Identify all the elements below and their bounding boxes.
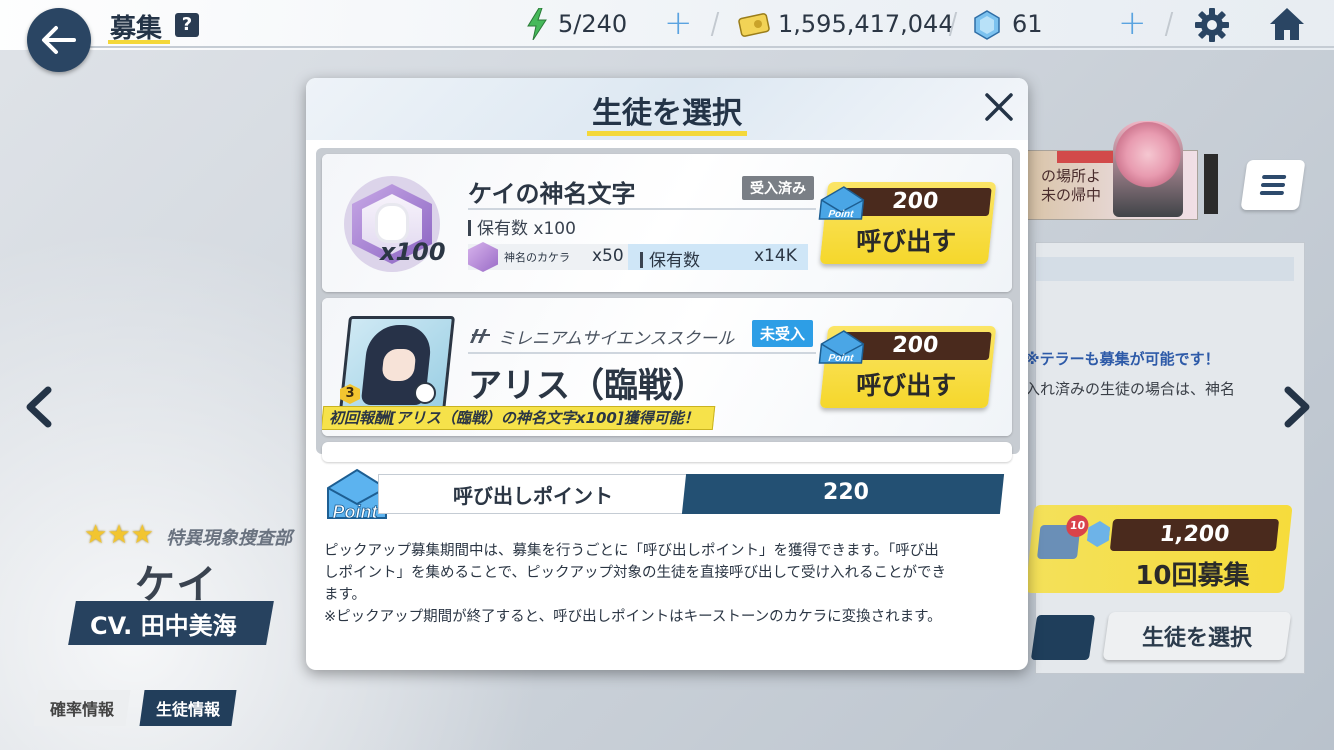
call-button[interactable]: 200 Point 呼び出す [818, 326, 997, 408]
ten-pull-button[interactable]: 10 1,200 10回募集 [1025, 505, 1293, 593]
add-ap-button[interactable]: + [664, 6, 693, 40]
status-badge: 受入済み [742, 176, 814, 200]
material-qty: x50 [592, 246, 624, 266]
pyroxene-value: 61 [1012, 10, 1043, 38]
call-points-bar: 呼び出しポイント 220 [378, 474, 1006, 514]
call-points-value: 220 [823, 480, 869, 505]
point-envelope-icon: Point [818, 330, 865, 364]
recruit-info-panel [1035, 242, 1305, 674]
svg-text:Point: Point [333, 502, 379, 522]
menu-button[interactable] [1240, 160, 1306, 210]
home-icon[interactable] [1268, 6, 1306, 42]
select-student-button[interactable]: 生徒を選択 [1102, 612, 1292, 660]
banner-character-image [1113, 121, 1183, 217]
credits-value: 1,595,417,044 [778, 10, 954, 38]
call-label: 呼び出す [856, 227, 957, 256]
material-owned-value: x14K [754, 246, 797, 266]
banner-next-peek [1204, 154, 1218, 214]
help-icon[interactable]: ? [175, 13, 199, 37]
banner-tag [1057, 151, 1117, 163]
list-item: x100 ケイの神名文字 受入済み 保有数 x100 神名のカケラ x50 保有… [322, 154, 1012, 292]
student-name: アリス（臨戦） [468, 366, 706, 406]
close-icon[interactable] [982, 90, 1016, 124]
material-name: 神名のカケラ [504, 251, 570, 264]
item-name: ケイの神名文字 [468, 180, 636, 208]
svg-text:Point: Point [828, 209, 855, 220]
student-list[interactable]: x100 ケイの神名文字 受入済み 保有数 x100 神名のカケラ x50 保有… [316, 148, 1020, 462]
prev-arrow-icon[interactable] [20, 382, 60, 432]
pickup-banner[interactable]: の場所よ 未の帰中 [1026, 121, 1198, 220]
notice-text: 入れ済みの生徒の場合は、神名 [1025, 380, 1236, 398]
list-item: 3 ミレニアムサイエンススクール 未受入 アリス（臨戦） 初回報酬[アリス（臨戦… [322, 298, 1012, 436]
teller-notice: ※テラーも募集が可能です！ [1025, 350, 1220, 368]
character-cv: CV. 田中美海 [90, 612, 237, 640]
select-student-dialog: 生徒を選択 x100 ケイの神名文字 受入済み 保有数 x100 神名のカケラ … [306, 78, 1028, 670]
back-button[interactable] [27, 8, 91, 72]
first-reward-banner: 初回報酬[アリス（臨戦）の神名文字x100]獲得可能！ [322, 406, 715, 430]
description-text: ピックアップ募集期間中は、募集を行うごとに「呼び出しポイント」を獲得できます。「… [324, 543, 947, 625]
school-name: ミレニアムサイエンススクール [498, 329, 735, 349]
call-points-label: 呼び出しポイント [453, 484, 613, 508]
ten-pull-price: 1,200 [1109, 519, 1280, 551]
dialog-title: 生徒を選択 [592, 96, 742, 131]
call-label: 呼び出す [856, 371, 957, 400]
fragment-icon [468, 242, 498, 272]
item-icon-count: x100 [380, 238, 446, 266]
pyroxene-icon [974, 10, 1000, 40]
pyroxene-icon [1086, 521, 1111, 547]
single-pull-button[interactable] [1030, 615, 1096, 660]
character-club: 特異現象捜査部 [166, 528, 292, 549]
material-row: 神名のカケラ x50 保有数 x14K [468, 242, 808, 272]
rarity-stars: ★ ★ ★ [84, 520, 154, 550]
tab-rate-info[interactable]: 確率情報 [33, 690, 131, 726]
ap-value: 5/240 [558, 10, 628, 38]
ten-pull-label: 10回募集 [1135, 561, 1250, 591]
status-badge: 未受入 [752, 320, 814, 347]
crosshair-icon [414, 382, 436, 404]
banner-text: の場所よ 未の帰中 [1041, 167, 1102, 204]
credit-icon [738, 13, 770, 37]
list-item [322, 442, 1012, 462]
next-arrow-icon[interactable] [1276, 382, 1316, 432]
millennium-logo-icon [470, 329, 490, 343]
call-button[interactable]: 200 Point 呼び出す [818, 182, 997, 264]
ticket-badge: 10 [1065, 515, 1090, 537]
select-student-label: 生徒を選択 [1141, 626, 1252, 651]
settings-gear-icon[interactable] [1194, 7, 1230, 43]
tab-student-info[interactable]: 生徒情報 [139, 690, 237, 726]
owned-count: 保有数 x100 [468, 214, 576, 239]
ap-lightning-icon [527, 8, 547, 40]
svg-text:Point: Point [828, 353, 855, 364]
material-owned-label: 保有数 [640, 246, 700, 271]
back-arrow-icon [42, 26, 76, 54]
point-envelope-icon: Point [818, 186, 865, 220]
add-pyroxene-button[interactable]: + [1118, 6, 1147, 40]
